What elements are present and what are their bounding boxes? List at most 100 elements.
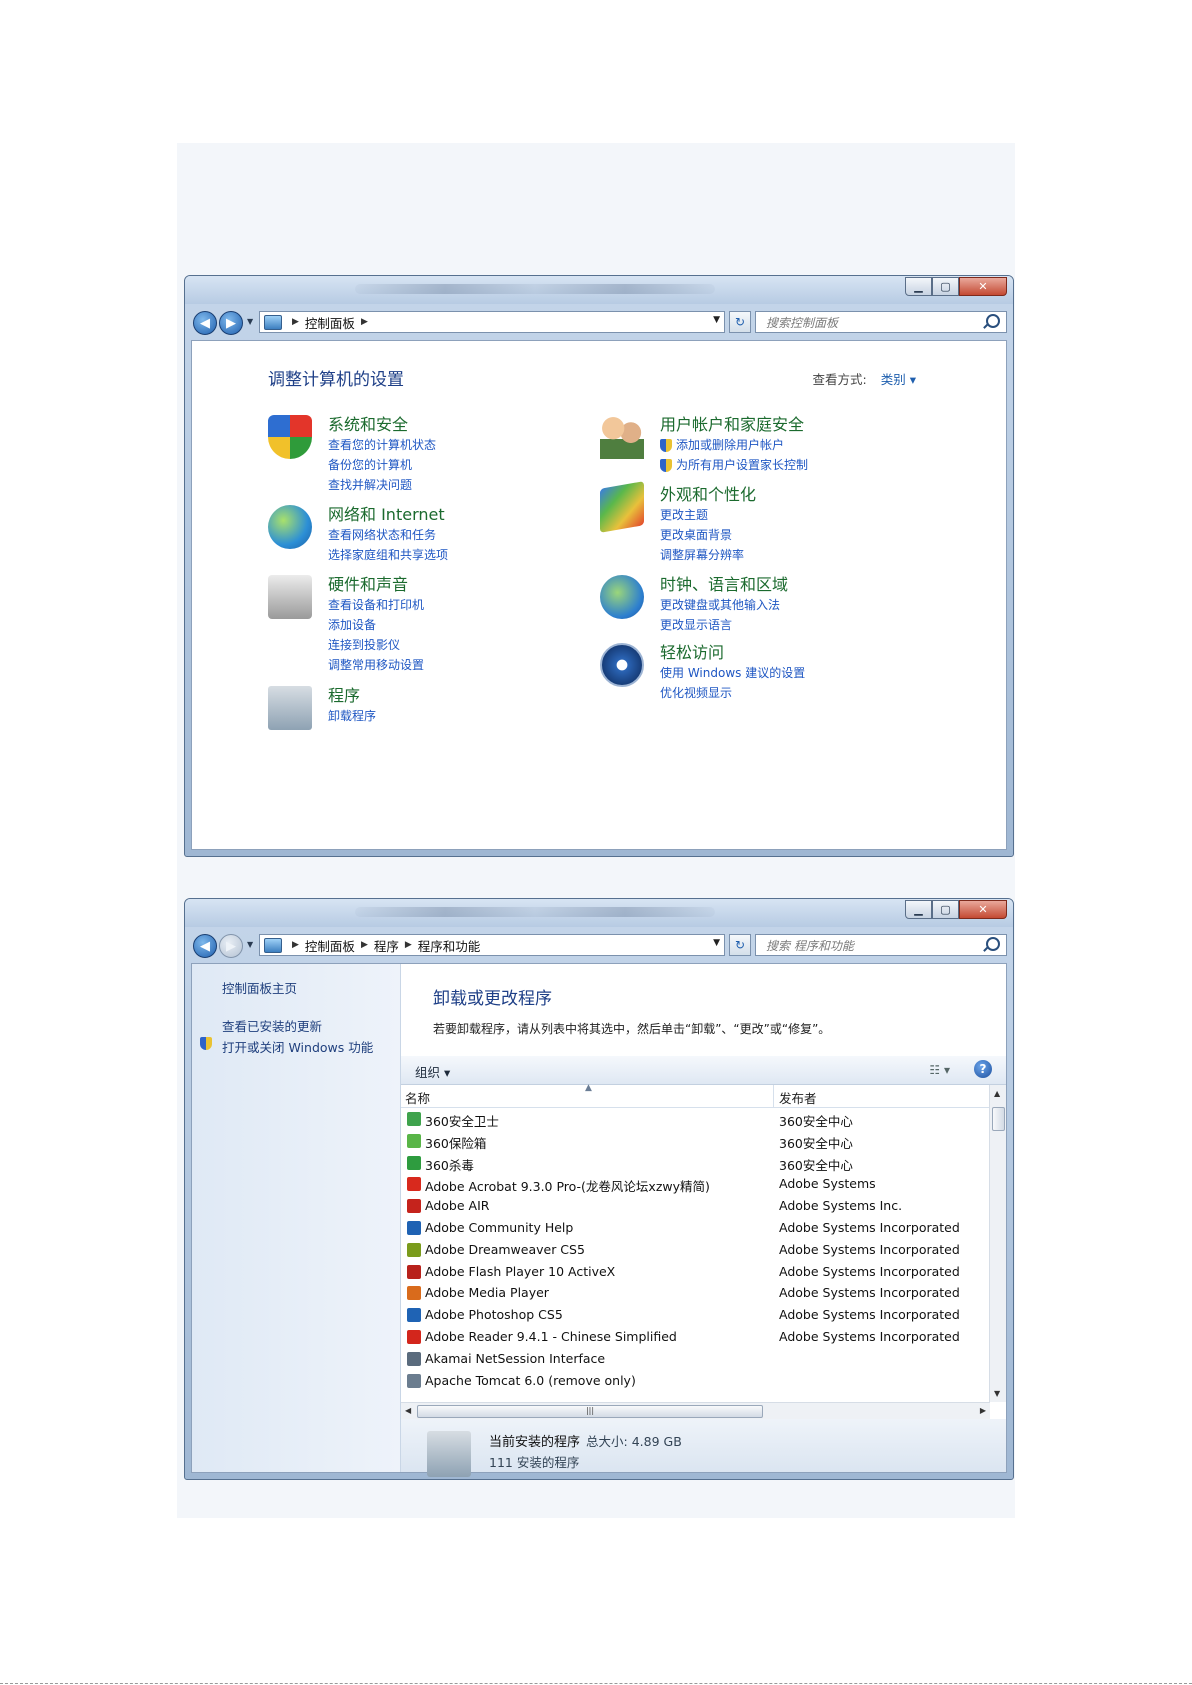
scroll-down-icon[interactable]: ▼	[994, 1389, 1000, 1398]
link-windows-recommended[interactable]: 使用 Windows 建议的设置	[660, 663, 805, 683]
breadcrumb-control-panel[interactable]: 控制面板	[305, 936, 355, 955]
horizontal-scrollbar[interactable]: ◀ ||| ▶	[401, 1402, 990, 1419]
maximize-button[interactable]: ▢	[932, 277, 959, 296]
table-row[interactable]: Adobe Community Help Adobe Systems Incorp…	[401, 1217, 990, 1239]
forward-button[interactable]: ▶	[219, 311, 243, 335]
printer-icon[interactable]	[268, 575, 312, 619]
link-view-updates[interactable]: 查看已安装的更新	[222, 1016, 322, 1035]
category-title[interactable]: 用户帐户和家庭安全	[660, 415, 808, 435]
table-row[interactable]: Adobe Reader 9.4.1 - Chinese Simplified A…	[401, 1326, 990, 1348]
address-dropdown-icon[interactable]: ▼	[713, 938, 720, 948]
appearance-icon[interactable]	[600, 481, 644, 533]
vertical-scrollbar[interactable]: ▲ ▼	[989, 1085, 1006, 1402]
category-title[interactable]: 程序	[328, 686, 376, 706]
table-row[interactable]: Apache Tomcat 6.0 (remove only)	[401, 1370, 990, 1392]
accessibility-icon[interactable]	[600, 643, 644, 687]
link-keyboard-input[interactable]: 更改键盘或其他输入法	[660, 595, 788, 615]
forward-button[interactable]: ▶	[219, 934, 243, 958]
scroll-up-icon[interactable]: ▲	[994, 1089, 1000, 1098]
category-title[interactable]: 时钟、语言和区域	[660, 575, 788, 595]
title-bar[interactable]: ▁ ▢ ✕	[185, 276, 1013, 304]
link-network-status[interactable]: 查看网络状态和任务	[328, 525, 448, 545]
table-row[interactable]: Adobe AIR Adobe Systems Inc.	[401, 1195, 990, 1217]
table-row[interactable]: Akamai NetSession Interface	[401, 1348, 990, 1370]
network-globe-icon[interactable]	[268, 505, 312, 549]
link-add-remove-accounts[interactable]: 添加或删除用户帐户	[660, 435, 808, 455]
search-input[interactable]	[764, 315, 968, 331]
back-button[interactable]: ◀	[193, 934, 217, 958]
breadcrumb-programs[interactable]: 程序	[374, 936, 399, 955]
minimize-button[interactable]: ▁	[905, 900, 932, 919]
category-title[interactable]: 网络和 Internet	[328, 505, 448, 525]
link-view-status[interactable]: 查看您的计算机状态	[328, 435, 436, 455]
maximize-button[interactable]: ▢	[932, 900, 959, 919]
search-box[interactable]	[755, 934, 1007, 956]
help-icon[interactable]: ?	[974, 1060, 992, 1078]
breadcrumb-control-panel[interactable]: 控制面板	[305, 313, 355, 332]
address-bar[interactable]: ▶ 控制面板 ▶ ▼	[259, 311, 725, 333]
clock-globe-icon[interactable]	[600, 575, 644, 619]
chevron-right-icon[interactable]: ▶	[292, 940, 299, 950]
vertical-scroll-thumb[interactable]	[992, 1107, 1005, 1131]
link-devices-printers[interactable]: 查看设备和打印机	[328, 595, 424, 615]
chevron-right-icon[interactable]: ▶	[361, 317, 368, 327]
link-optimize-display[interactable]: 优化视频显示	[660, 683, 805, 703]
link-control-panel-home[interactable]: 控制面板主页	[222, 978, 297, 997]
organize-button[interactable]: 组织 ▾	[415, 1062, 450, 1081]
breadcrumb-programs-features[interactable]: 程序和功能	[418, 936, 481, 955]
link-screen-resolution[interactable]: 调整屏幕分辨率	[660, 545, 756, 565]
column-name[interactable]: 名称	[405, 1088, 430, 1107]
link-projector[interactable]: 连接到投影仪	[328, 635, 424, 655]
close-button[interactable]: ✕	[959, 277, 1007, 296]
table-row[interactable]: Adobe Media Player Adobe Systems Incorpor…	[401, 1282, 990, 1304]
search-box[interactable]	[755, 311, 1007, 333]
link-backup[interactable]: 备份您的计算机	[328, 455, 436, 475]
table-row[interactable]: Adobe Photoshop CS5 Adobe Systems Incorpo…	[401, 1304, 990, 1326]
link-display-language[interactable]: 更改显示语言	[660, 615, 788, 635]
table-row[interactable]: 360保险箱 360安全中心	[401, 1130, 990, 1152]
link-mobility[interactable]: 调整常用移动设置	[328, 655, 424, 675]
search-icon[interactable]	[986, 937, 1000, 951]
table-row[interactable]: Adobe Acrobat 9.3.0 Pro-(龙卷风论坛xzwy精简) Ado…	[401, 1173, 990, 1195]
horizontal-scroll-thumb[interactable]: |||	[417, 1405, 763, 1418]
history-dropdown-icon[interactable]: ▼	[247, 317, 253, 326]
address-bar[interactable]: ▶ 控制面板 ▶ 程序 ▶ 程序和功能 ▼	[259, 934, 725, 956]
link-homegroup[interactable]: 选择家庭组和共享选项	[328, 545, 448, 565]
chevron-right-icon[interactable]: ▶	[292, 317, 299, 327]
refresh-button[interactable]: ↻	[729, 934, 751, 956]
scroll-left-icon[interactable]: ◀	[405, 1406, 411, 1415]
search-icon[interactable]	[986, 314, 1000, 328]
view-mode-dropdown[interactable]: 类别 ▾	[881, 372, 916, 387]
shield-security-icon[interactable]	[268, 415, 312, 459]
category-title[interactable]: 系统和安全	[328, 415, 436, 435]
link-add-device[interactable]: 添加设备	[328, 615, 424, 635]
link-desktop-background[interactable]: 更改桌面背景	[660, 525, 756, 545]
table-row[interactable]: Adobe Flash Player 10 ActiveX Adobe Syste…	[401, 1261, 990, 1283]
minimize-button[interactable]: ▁	[905, 277, 932, 296]
category-title[interactable]: 硬件和声音	[328, 575, 424, 595]
category-title[interactable]: 轻松访问	[660, 643, 805, 663]
chevron-right-icon[interactable]: ▶	[361, 940, 368, 950]
link-parental-controls[interactable]: 为所有用户设置家长控制	[660, 455, 808, 475]
link-uninstall[interactable]: 卸载程序	[328, 706, 376, 726]
column-publisher[interactable]: 发布者	[779, 1088, 817, 1107]
title-bar[interactable]: ▁ ▢ ✕	[185, 899, 1013, 927]
history-dropdown-icon[interactable]: ▼	[247, 940, 253, 949]
link-windows-features[interactable]: 打开或关闭 Windows 功能	[222, 1037, 373, 1056]
table-row[interactable]: 360杀毒 360安全中心	[401, 1152, 990, 1174]
column-divider[interactable]	[773, 1085, 774, 1107]
link-troubleshoot[interactable]: 查找并解决问题	[328, 475, 436, 495]
table-row[interactable]: Adobe Dreamweaver CS5 Adobe Systems Incor…	[401, 1239, 990, 1261]
link-change-theme[interactable]: 更改主题	[660, 505, 756, 525]
scroll-right-icon[interactable]: ▶	[980, 1406, 986, 1415]
refresh-button[interactable]: ↻	[729, 311, 751, 333]
address-dropdown-icon[interactable]: ▼	[713, 315, 720, 325]
programs-box-icon[interactable]	[268, 686, 312, 730]
users-icon[interactable]	[600, 415, 644, 459]
category-title[interactable]: 外观和个性化	[660, 485, 756, 505]
table-row[interactable]: 360安全卫士 360安全中心	[401, 1108, 990, 1130]
chevron-right-icon[interactable]: ▶	[405, 940, 412, 950]
view-options-icon[interactable]: ☷ ▾	[929, 1063, 950, 1077]
back-button[interactable]: ◀	[193, 311, 217, 335]
close-button[interactable]: ✕	[959, 900, 1007, 919]
